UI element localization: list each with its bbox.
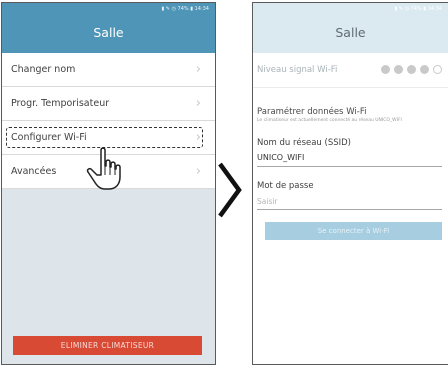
wifi-settings-title: Paramétrer données Wi-Fi: [257, 107, 367, 117]
signal-dot: [381, 65, 390, 74]
page-title: Salle: [2, 15, 215, 53]
signal-dot: [420, 65, 429, 74]
menu-item-label: Changer nom: [11, 64, 76, 75]
signal-level-indicator: [381, 65, 442, 74]
chevron-right-icon: [218, 162, 242, 218]
wifi-signal-row: Niveau signal Wi-Fi: [253, 53, 448, 88]
hand-pointer-icon: [86, 147, 121, 190]
selection-outline: [6, 127, 203, 148]
ssid-field[interactable]: UNICO_WIFI: [257, 153, 442, 167]
signal-dot: [394, 65, 403, 74]
signal-dot: [433, 65, 442, 74]
right-phone-screen: ▮ ✎ ◷ 74% ▮ 14:34 Salle Niveau signal Wi…: [252, 2, 448, 365]
signal-dot: [407, 65, 416, 74]
status-bar: ▮ ✎ ◷ 74% ▮ 14:34: [2, 3, 215, 15]
status-bar: ▮ ✎ ◷ 74% ▮ 14:34: [253, 3, 448, 15]
chevron-right-icon: ›: [195, 130, 201, 145]
menu-item-label: Avancées: [11, 166, 57, 177]
wifi-settings-description: Le climatiseur est actuellement connecté…: [257, 118, 402, 123]
chevron-right-icon: ›: [195, 164, 201, 179]
chevron-right-icon: ›: [195, 96, 201, 111]
menu-item-label: Progr. Temporisateur: [11, 98, 110, 109]
wifi-signal-label: Niveau signal Wi-Fi: [257, 65, 338, 75]
page-title: Salle: [253, 15, 448, 53]
connect-wifi-button[interactable]: Se connecter à Wi-Fi: [265, 221, 442, 240]
chevron-right-icon: ›: [195, 62, 201, 77]
ssid-label: Nom du réseau (SSID): [257, 137, 351, 148]
delete-air-conditioner-button[interactable]: ELIMINER CLIMATISEUR: [13, 336, 202, 355]
menu-item-timer[interactable]: Progr. Temporisateur ›: [2, 87, 215, 121]
password-label: Mot de passe: [257, 180, 314, 191]
menu-item-change-name[interactable]: Changer nom ›: [2, 53, 215, 87]
password-field[interactable]: Saisir: [257, 197, 442, 210]
